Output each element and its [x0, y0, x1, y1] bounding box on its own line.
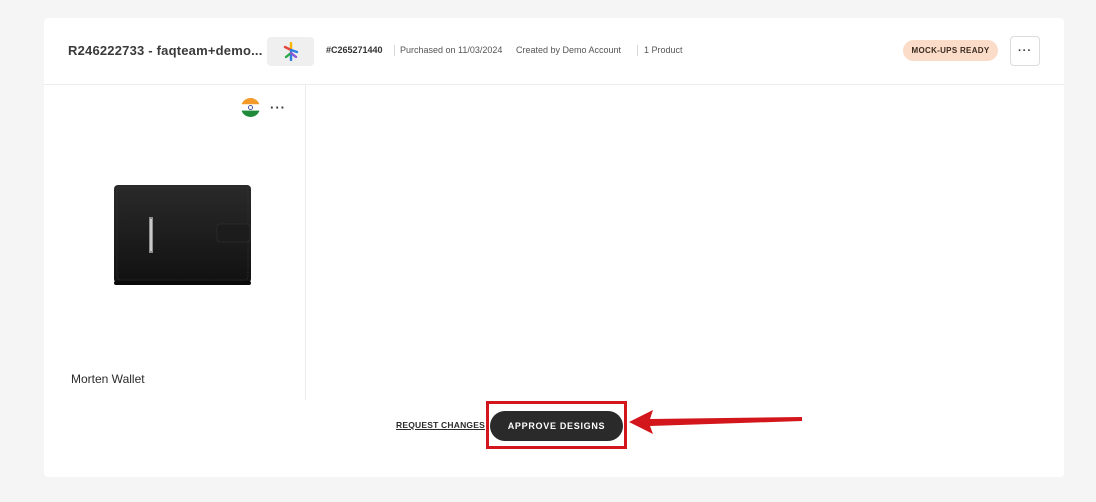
order-header: R246222733 - faqteam+demo... #C265271440…: [44, 18, 1064, 85]
purchase-date: Purchased on 11/03/2024: [400, 45, 503, 55]
created-by: Created by Demo Account: [516, 45, 622, 55]
status-badge: MOCK-UPS READY: [903, 40, 998, 61]
request-changes-link[interactable]: REQUEST CHANGES: [396, 420, 485, 430]
order-code: #C265271440: [326, 45, 383, 55]
brand-logo: [267, 37, 314, 66]
product-card[interactable]: ··· Morten Wallet: [44, 85, 306, 400]
brand-logo-icon: [283, 42, 299, 61]
product-name: Morten Wallet: [71, 372, 145, 386]
product-count: 1 Product: [644, 45, 683, 55]
divider: [637, 45, 638, 56]
order-title[interactable]: R246222733 - faqteam+demo...: [68, 43, 263, 58]
product-image: [113, 184, 253, 292]
order-more-button[interactable]: ···: [1010, 36, 1040, 66]
product-more-button[interactable]: ···: [270, 98, 286, 117]
approve-designs-button[interactable]: APPROVE DESIGNS: [490, 411, 623, 441]
pointer-arrow-icon: [629, 410, 802, 434]
divider: [394, 45, 395, 56]
india-flag-icon: [241, 98, 260, 117]
